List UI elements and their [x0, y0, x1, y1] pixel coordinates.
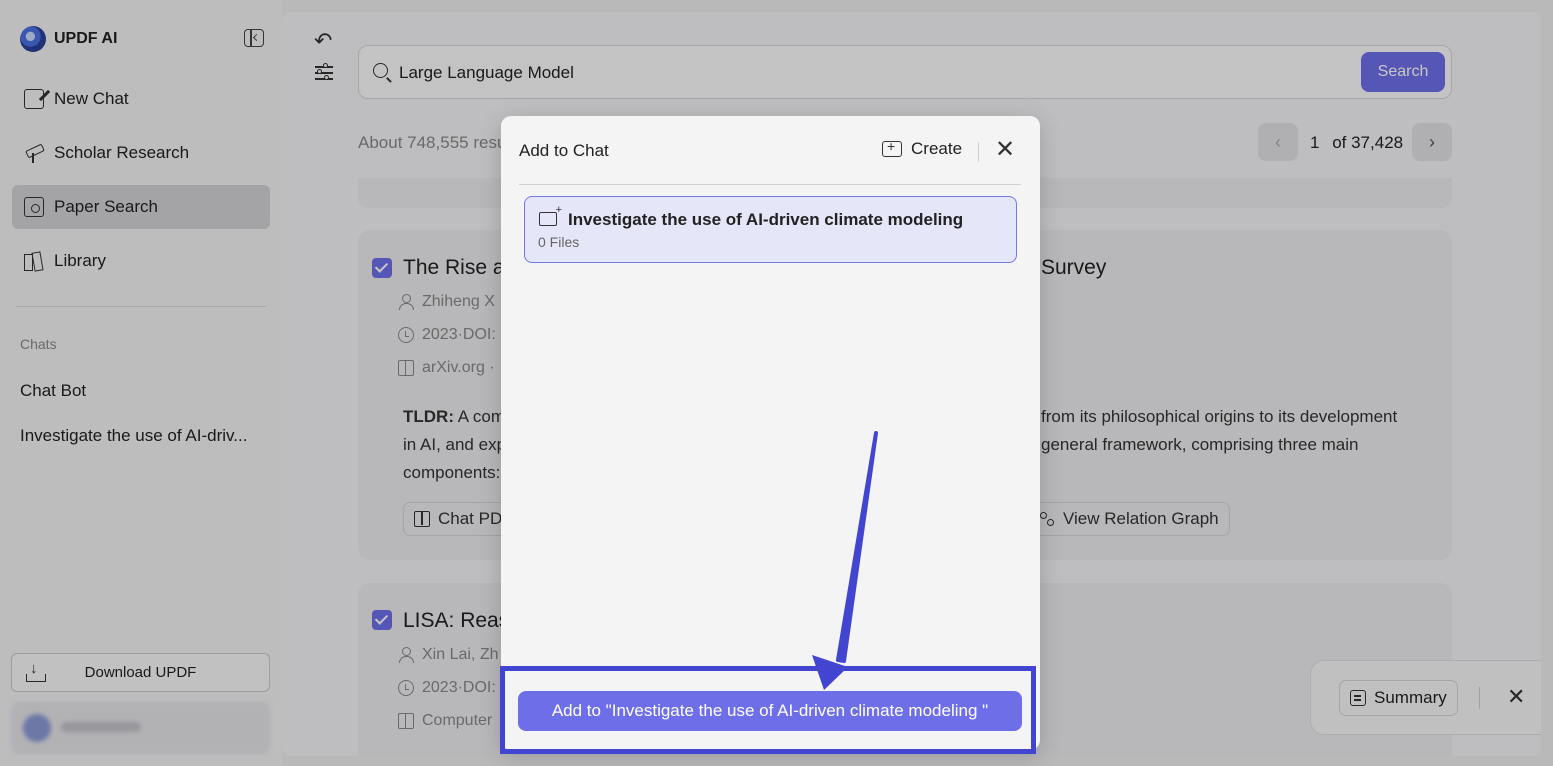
modal-divider	[519, 184, 1021, 185]
modal-title: Add to Chat	[519, 141, 609, 160]
folder-file-count: 0 Files	[538, 234, 580, 250]
chat-folder-item[interactable]: Investigate the use of AI-driven climate…	[524, 196, 1017, 263]
highlight-box	[500, 666, 1036, 754]
divider	[978, 142, 979, 162]
folder-name: Investigate the use of AI-driven climate…	[568, 210, 964, 229]
folder-icon	[539, 204, 562, 226]
create-button[interactable]: Create	[882, 138, 962, 159]
folder-plus-icon	[882, 138, 902, 157]
add-to-chat-modal: Add to Chat Create ✕ Investigate the use…	[501, 116, 1040, 750]
close-icon[interactable]: ✕	[995, 137, 1015, 163]
